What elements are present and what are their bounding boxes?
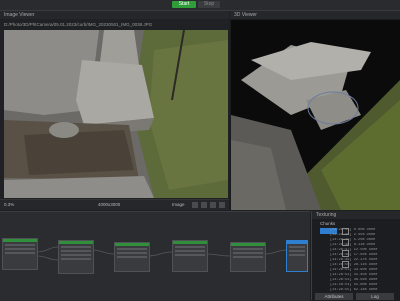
graph-node[interactable]: [172, 240, 208, 272]
graph-node[interactable]: [2, 238, 38, 270]
settings-icon[interactable]: [210, 202, 216, 208]
grid-icon[interactable]: [201, 202, 207, 208]
photo-image: [4, 30, 228, 198]
image-path: D:/Photo/3D/PhtCamera/05.01.2023/curb/IM…: [4, 22, 153, 27]
graph-node[interactable]: [114, 242, 150, 272]
image-resolution: 4000x3000: [98, 202, 121, 207]
3d-viewer-title: 3D Viewer: [230, 11, 400, 19]
image-size-label: Image: [172, 202, 185, 207]
zoom-level: 0.3%: [4, 202, 15, 207]
chunks-label: Chunks: [320, 221, 336, 226]
stop-button[interactable]: Stop: [198, 1, 220, 8]
attributes-tab[interactable]: Attributes: [315, 293, 353, 300]
image-viewer-title: Image Viewer: [0, 11, 229, 19]
graph-node[interactable]: [230, 242, 266, 272]
image-viewer-toolbar: 0.3% 4000x3000 Image: [0, 199, 229, 210]
fit-view-icon[interactable]: [192, 202, 198, 208]
3d-model-render: [231, 20, 400, 210]
start-button[interactable]: Start: [172, 1, 196, 8]
log-tab[interactable]: Log: [356, 293, 394, 300]
task-panel-title: Texturing: [312, 211, 400, 219]
graph-node-selected[interactable]: [286, 240, 308, 272]
graph-node[interactable]: [58, 240, 94, 274]
more-icon[interactable]: [219, 202, 225, 208]
3d-scene[interactable]: [231, 20, 400, 210]
node-graph[interactable]: [0, 211, 310, 301]
image-canvas[interactable]: [4, 30, 228, 198]
